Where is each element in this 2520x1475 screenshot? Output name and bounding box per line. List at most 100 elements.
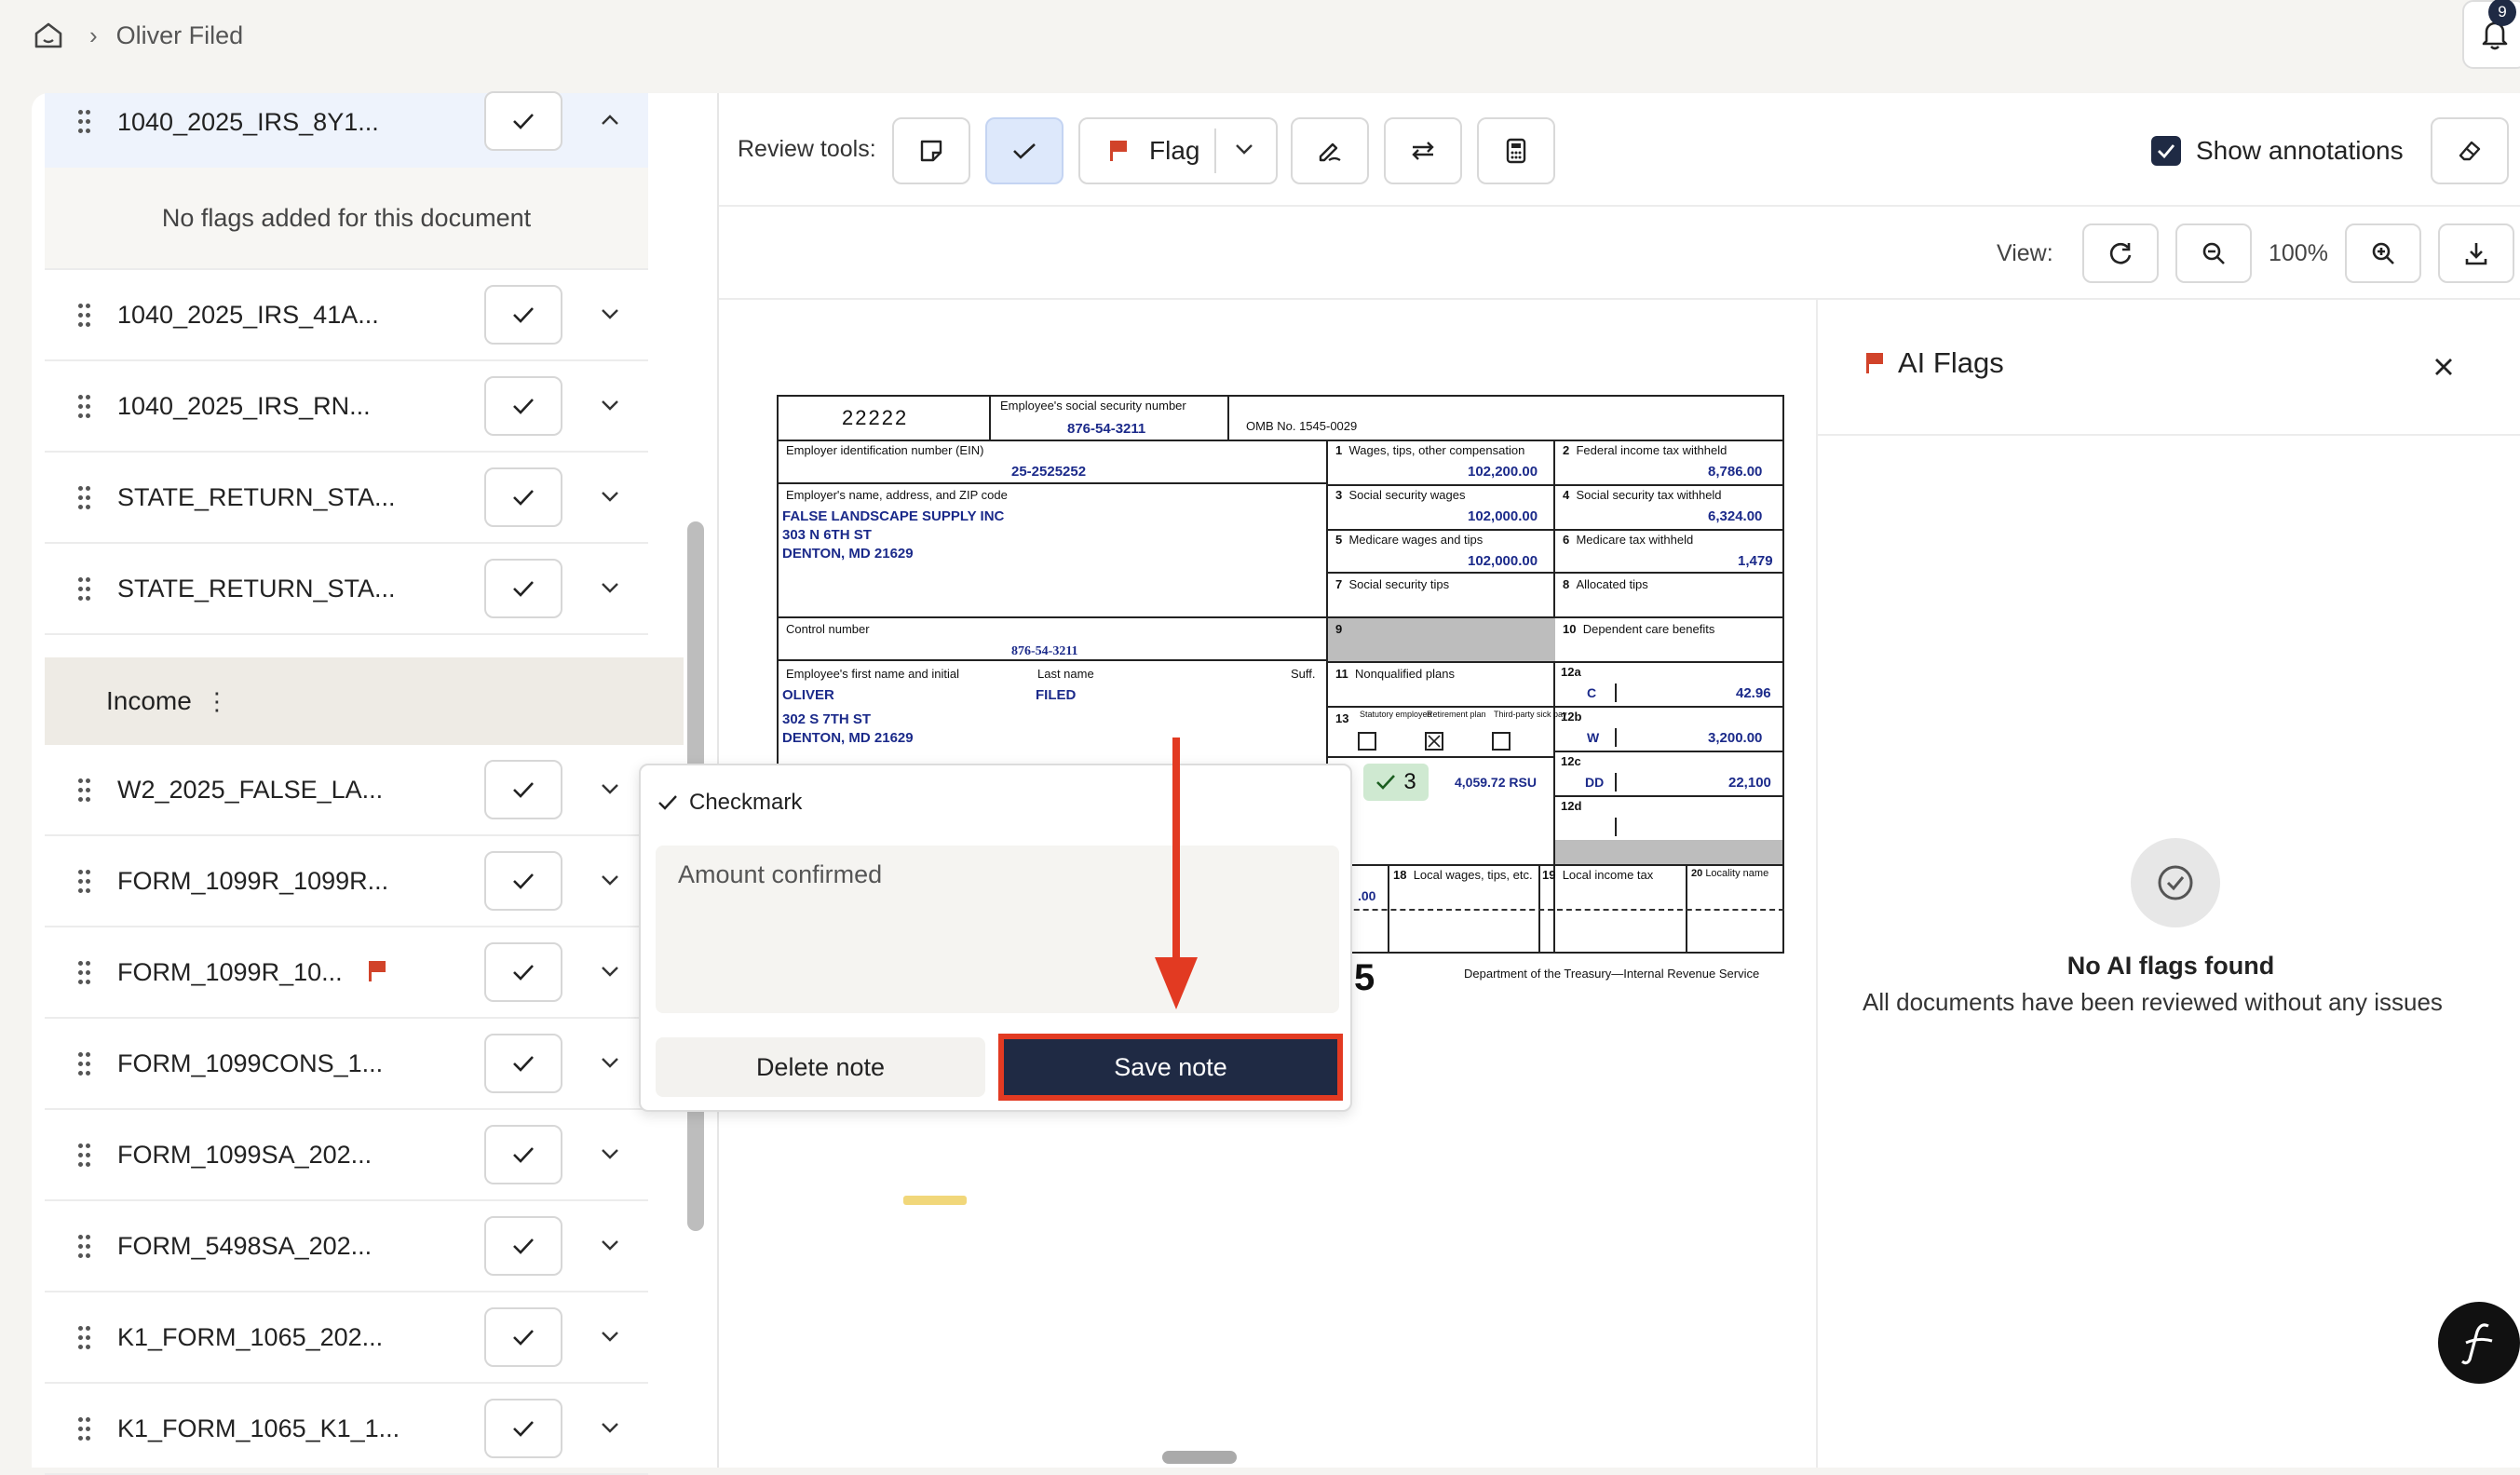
document-row[interactable]: STATE_RETURN_STA... <box>45 453 648 544</box>
drag-handle-icon[interactable] <box>78 1235 91 1259</box>
document-row[interactable]: K1_FORM_1065_202... <box>45 1292 648 1384</box>
w2-box13-retirement: Retirement plan <box>1427 710 1486 719</box>
ai-empty-subtitle: All documents have been reviewed without… <box>1863 988 2443 1016</box>
document-row[interactable]: K1_FORM_1065_K1_1... <box>45 1384 648 1475</box>
mark-reviewed-button[interactable] <box>484 942 562 1002</box>
annotation-marker[interactable] <box>903 1196 967 1205</box>
drag-handle-icon[interactable] <box>78 304 91 328</box>
notification-badge: 9 <box>2488 0 2516 26</box>
mark-reviewed-button[interactable] <box>484 760 562 819</box>
swap-tool-button[interactable] <box>1384 117 1462 184</box>
drag-handle-icon[interactable] <box>78 1417 91 1441</box>
ai-flags-panel: AI Flags No AI flags found All documents… <box>1816 300 2520 1468</box>
notifications-button[interactable]: 9 <box>2462 0 2520 69</box>
mark-reviewed-button[interactable] <box>484 559 562 618</box>
home-icon[interactable] <box>32 19 65 52</box>
mark-reviewed-button[interactable] <box>484 285 562 345</box>
w2-box12b-value: 3,200.00 <box>1708 730 1763 746</box>
expand-button[interactable] <box>596 1231 624 1259</box>
mark-reviewed-button[interactable] <box>484 1307 562 1367</box>
w2-d-label: Control number <box>786 622 870 636</box>
mark-reviewed-button[interactable] <box>484 91 562 151</box>
eraser-button[interactable] <box>2431 117 2509 184</box>
document-row[interactable]: FORM_5498SA_202... <box>45 1201 648 1292</box>
drag-handle-icon[interactable] <box>78 870 91 894</box>
w2-line <box>1615 773 1617 792</box>
w2-suff-label: Suff. <box>1291 667 1316 681</box>
show-annotations-toggle[interactable]: Show annotations <box>2151 136 2404 166</box>
drag-handle-icon[interactable] <box>78 961 91 985</box>
check-icon <box>513 307 534 323</box>
drag-handle-icon[interactable] <box>78 778 91 803</box>
signature-tool-button[interactable] <box>1291 117 1369 184</box>
section-header-income[interactable]: Income ⋮ <box>45 657 684 745</box>
w2-dashed-line <box>1326 909 1784 911</box>
drag-handle-icon[interactable] <box>78 1052 91 1076</box>
save-note-button[interactable]: Save note <box>998 1034 1343 1101</box>
expand-button[interactable] <box>596 1414 624 1441</box>
w2-employer-name: FALSE LANDSCAPE SUPPLY INC <box>782 508 1005 524</box>
drag-handle-icon[interactable] <box>78 1326 91 1350</box>
mark-reviewed-button[interactable] <box>484 1399 562 1458</box>
section-menu-icon[interactable]: ⋮ <box>205 687 229 716</box>
expand-button[interactable] <box>596 866 624 894</box>
document-row[interactable]: FORM_1099SA_202... <box>45 1110 648 1201</box>
checkmark-tool-button[interactable] <box>985 117 1064 184</box>
expand-button[interactable] <box>596 1140 624 1168</box>
w2-box13-thirdparty: Third-party sick pay <box>1494 710 1567 719</box>
note-textarea[interactable]: Amount confirmed <box>656 846 1339 1013</box>
sticky-note-button[interactable] <box>892 117 970 184</box>
chevron-down-icon[interactable] <box>1235 143 1253 155</box>
check-icon <box>513 965 534 981</box>
expand-button[interactable] <box>596 482 624 510</box>
w2-line <box>1388 864 1389 954</box>
flag-button[interactable]: Flag <box>1078 117 1278 184</box>
check-icon <box>513 1421 534 1437</box>
expand-button[interactable] <box>596 1322 624 1350</box>
expand-button[interactable] <box>596 391 624 419</box>
expand-button[interactable] <box>596 775 624 803</box>
mark-reviewed-button[interactable] <box>484 376 562 436</box>
document-row[interactable]: STATE_RETURN_STA... <box>45 544 648 635</box>
calculator-icon <box>1506 138 1526 164</box>
show-annotations-checkbox[interactable] <box>2151 136 2181 166</box>
horizontal-scroll-handle[interactable] <box>1162 1451 1237 1464</box>
delete-note-button[interactable]: Delete note <box>656 1037 985 1097</box>
w2-box5-value: 102,000.00 <box>1468 553 1538 569</box>
checkmark-annotation[interactable]: 3 <box>1363 764 1429 801</box>
drag-handle-icon[interactable] <box>78 1143 91 1168</box>
calculator-button[interactable] <box>1477 117 1555 184</box>
assistant-logo-button[interactable] <box>2438 1302 2520 1384</box>
zoom-in-button[interactable] <box>2345 223 2421 283</box>
expand-button[interactable] <box>596 300 624 328</box>
expand-button[interactable] <box>596 957 624 985</box>
drag-handle-icon[interactable] <box>78 395 91 419</box>
drag-handle-icon[interactable] <box>78 486 91 510</box>
collapse-button[interactable] <box>596 106 624 134</box>
drag-handle-icon[interactable] <box>78 577 91 602</box>
w2-year-tail: 5 <box>1354 957 1375 998</box>
document-row[interactable]: 1040_2025_IRS_RN... <box>45 361 648 453</box>
document-row[interactable]: FORM_1099R_10... <box>45 927 648 1019</box>
document-row[interactable]: FORM_1099R_1099R... <box>45 836 648 927</box>
zoom-out-button[interactable] <box>2175 223 2252 283</box>
mark-reviewed-button[interactable] <box>484 1034 562 1093</box>
document-row[interactable]: 1040_2025_IRS_8Y1... <box>45 76 648 168</box>
document-row[interactable]: FORM_1099CONS_1... <box>45 1019 648 1110</box>
expand-button[interactable] <box>596 574 624 602</box>
document-row[interactable]: W2_2025_FALSE_LA... <box>45 745 648 836</box>
drag-handle-icon[interactable] <box>78 110 91 134</box>
mark-reviewed-button[interactable] <box>484 467 562 527</box>
mark-reviewed-button[interactable] <box>484 1125 562 1184</box>
rotate-button[interactable] <box>2082 223 2159 283</box>
close-icon[interactable] <box>2427 350 2460 384</box>
breadcrumb-current[interactable]: Oliver Filed <box>116 21 244 50</box>
check-circle-icon <box>2131 838 2220 927</box>
check-icon <box>658 795 677 810</box>
expand-button[interactable] <box>596 1049 624 1076</box>
download-button[interactable] <box>2438 223 2514 283</box>
document-row[interactable]: 1040_2025_IRS_41A... <box>45 270 648 361</box>
mark-reviewed-button[interactable] <box>484 1216 562 1276</box>
w2-b-label: Employer identification number (EIN) <box>786 443 984 457</box>
mark-reviewed-button[interactable] <box>484 851 562 911</box>
